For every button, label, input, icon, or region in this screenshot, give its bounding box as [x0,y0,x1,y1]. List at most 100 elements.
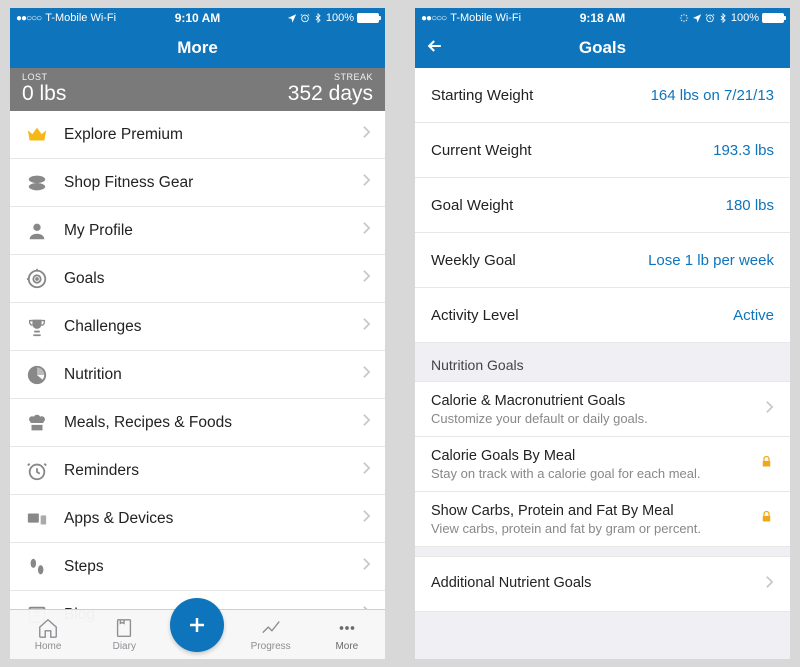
trophy-icon [24,316,50,338]
more-row-pie[interactable]: Nutrition [10,351,385,399]
more-list[interactable]: Explore Premium Shop Fitness Gear My Profi… [10,111,385,659]
chevron-right-icon [362,461,371,480]
goal-row[interactable]: Current Weight193.3 lbs [415,123,790,178]
profile-icon [24,220,50,242]
nutrition-title: Show Carbs, Protein and Fat By Meal [431,503,751,519]
goal-value: Lose 1 lb per week [648,252,774,269]
nav-bar: Goals [415,28,790,68]
tab-add-button[interactable] [170,598,224,652]
location-icon [692,13,702,23]
alarm-status-icon [300,13,310,23]
chevron-right-icon [362,269,371,288]
target-icon [24,268,50,290]
nutrition-goals-header: Nutrition Goals [415,343,790,382]
chevron-right-icon [765,400,774,419]
tab-more-label: More [335,641,358,652]
goal-row[interactable]: Activity Level Active [415,288,790,343]
more-icon [335,617,359,639]
additional-nutrient-goals-row[interactable]: Additional Nutrient Goals [415,557,790,612]
goal-row[interactable]: Starting Weight 164 lbs on 7/21/13 [415,68,790,123]
chevron-right-icon [362,557,371,576]
status-time: 9:10 AM [175,11,221,25]
goal-row[interactable]: Weekly Goal Lose 1 lb per week [415,233,790,288]
tab-home[interactable]: Home [18,617,78,652]
tab-more[interactable]: More [317,617,377,652]
lock-icon [759,509,774,529]
goal-label: Goal Weight [431,197,513,214]
chevron-right-icon [362,509,371,528]
nutrition-subtitle: View carbs, protein and fat by gram or p… [431,521,751,536]
more-row-profile[interactable]: My Profile [10,207,385,255]
battery-percent: 100% [731,12,759,24]
nutrition-title: Calorie & Macronutrient Goals [431,393,765,409]
nutrition-subtitle: Stay on track with a calorie goal for ea… [431,466,751,481]
signal-dots-icon: ●●○○○ [16,13,41,24]
battery-percent: 100% [326,12,354,24]
more-row-alarm[interactable]: Reminders [10,447,385,495]
carrier-label: T-Mobile Wi-Fi [450,12,521,24]
chevron-right-icon [362,221,371,240]
additional-nutrient-label: Additional Nutrient Goals [431,575,765,591]
separator [415,547,790,557]
goals-screen: ●●○○○ T-Mobile Wi-Fi 9:18 AM 100% Goals … [415,8,790,659]
devices-icon [24,508,50,530]
lock-icon [759,454,774,474]
more-row-steps[interactable]: Steps [10,543,385,591]
more-row-crown[interactable]: Explore Premium [10,111,385,159]
goal-value: 180 lbs [726,197,774,214]
more-screen: ●●○○○ T-Mobile Wi-Fi 9:10 AM 100% More L… [10,8,385,659]
goals-list[interactable]: Starting Weight 164 lbs on 7/21/13 Current… [415,68,790,659]
loading-icon [679,13,689,23]
alarm-status-icon [705,13,715,23]
more-row-label: Reminders [64,462,362,480]
nutrition-row[interactable]: Calorie Goals By Meal Stay on track with … [415,437,790,492]
chevron-right-icon [362,365,371,384]
bluetooth-icon [313,13,323,23]
chevron-right-icon [362,125,371,144]
ua-icon [24,172,50,194]
goal-label: Starting Weight [431,87,533,104]
nutrition-title: Calorie Goals By Meal [431,448,751,464]
more-row-label: Shop Fitness Gear [64,174,362,192]
more-row-trophy[interactable]: Challenges [10,303,385,351]
status-bar: ●●○○○ T-Mobile Wi-Fi 9:10 AM 100% [10,8,385,28]
steps-icon [24,556,50,578]
more-row-ua[interactable]: Shop Fitness Gear [10,159,385,207]
battery-icon [357,13,379,23]
alarm-icon [24,460,50,482]
nutrition-row[interactable]: Calorie & Macronutrient Goals Customize y… [415,382,790,437]
tab-diary[interactable]: Diary [94,617,154,652]
goal-value: 164 lbs on 7/21/13 [651,87,774,104]
tab-progress-label: Progress [251,641,291,652]
more-row-devices[interactable]: Apps & Devices [10,495,385,543]
chevron-right-icon [765,575,774,594]
status-bar: ●●○○○ T-Mobile Wi-Fi 9:18 AM 100% [415,8,790,28]
tab-diary-label: Diary [113,641,136,652]
chef-icon [24,412,50,434]
streak-label: STREAK [334,72,373,82]
summary-bar: LOST 0 lbs STREAK 352 days [10,68,385,111]
battery-icon [762,13,784,23]
nutrition-row[interactable]: Show Carbs, Protein and Fat By Meal View … [415,492,790,547]
home-icon [36,617,60,639]
nav-title: Goals [579,38,626,58]
goal-value: 193.3 lbs [713,142,774,159]
goal-label: Activity Level [431,307,519,324]
tab-progress[interactable]: Progress [241,617,301,652]
goal-label: Weekly Goal [431,252,516,269]
more-row-label: Nutrition [64,366,362,384]
goal-value: Active [733,307,774,324]
nutrition-subtitle: Customize your default or daily goals. [431,411,765,426]
progress-icon [259,617,283,639]
more-row-chef[interactable]: Meals, Recipes & Foods [10,399,385,447]
goal-row[interactable]: Goal Weight 180 lbs [415,178,790,233]
more-row-label: My Profile [64,222,362,240]
location-icon [287,13,297,23]
status-time: 9:18 AM [580,11,626,25]
more-row-target[interactable]: Goals [10,255,385,303]
streak-value: 352 days [288,82,373,105]
more-row-label: Goals [64,270,362,288]
back-button[interactable] [425,36,445,61]
back-arrow-icon [425,36,445,56]
nav-title: More [177,38,218,58]
